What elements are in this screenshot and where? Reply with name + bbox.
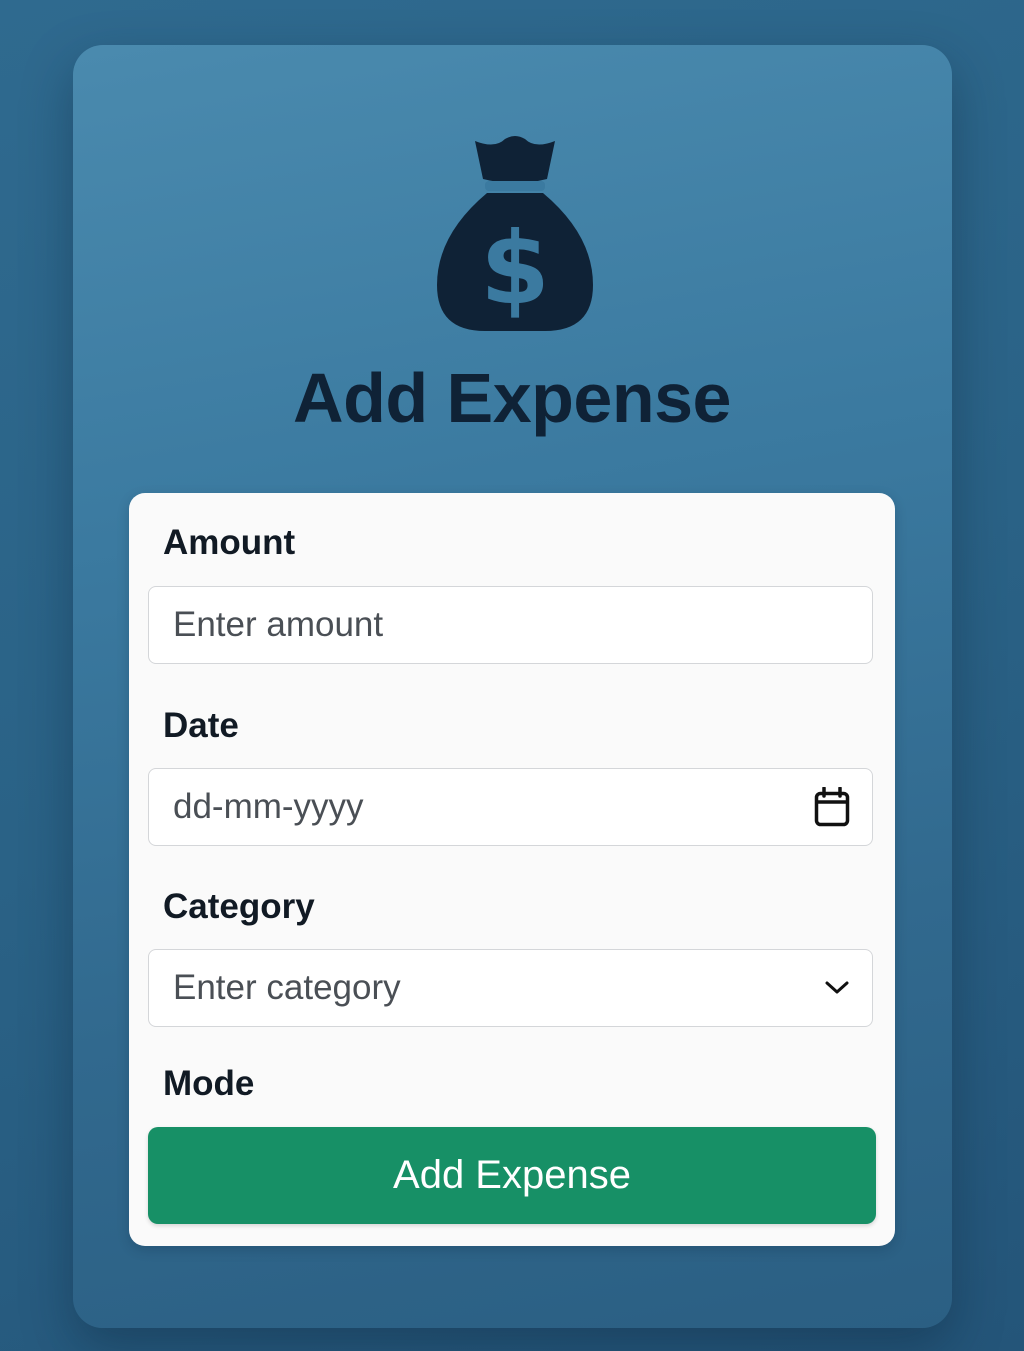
category-field[interactable] <box>148 949 873 1027</box>
svg-text:$: $ <box>480 210 550 327</box>
add-expense-button[interactable]: Add Expense <box>148 1127 876 1224</box>
category-input[interactable] <box>173 950 793 1026</box>
date-label: Date <box>163 706 239 745</box>
date-field[interactable] <box>148 768 873 846</box>
amount-field[interactable] <box>148 586 873 664</box>
calendar-icon[interactable] <box>814 787 850 827</box>
expense-form: Amount Date Category Mode Add Expense <box>129 493 895 1246</box>
amount-input[interactable] <box>173 587 793 663</box>
category-label: Category <box>163 887 315 926</box>
date-input[interactable] <box>173 769 793 845</box>
chevron-down-icon[interactable] <box>824 980 850 996</box>
mode-label: Mode <box>163 1064 255 1103</box>
money-bag-icon: $ <box>435 135 595 332</box>
amount-label: Amount <box>163 523 296 562</box>
page-title: Add Expense <box>293 359 731 437</box>
